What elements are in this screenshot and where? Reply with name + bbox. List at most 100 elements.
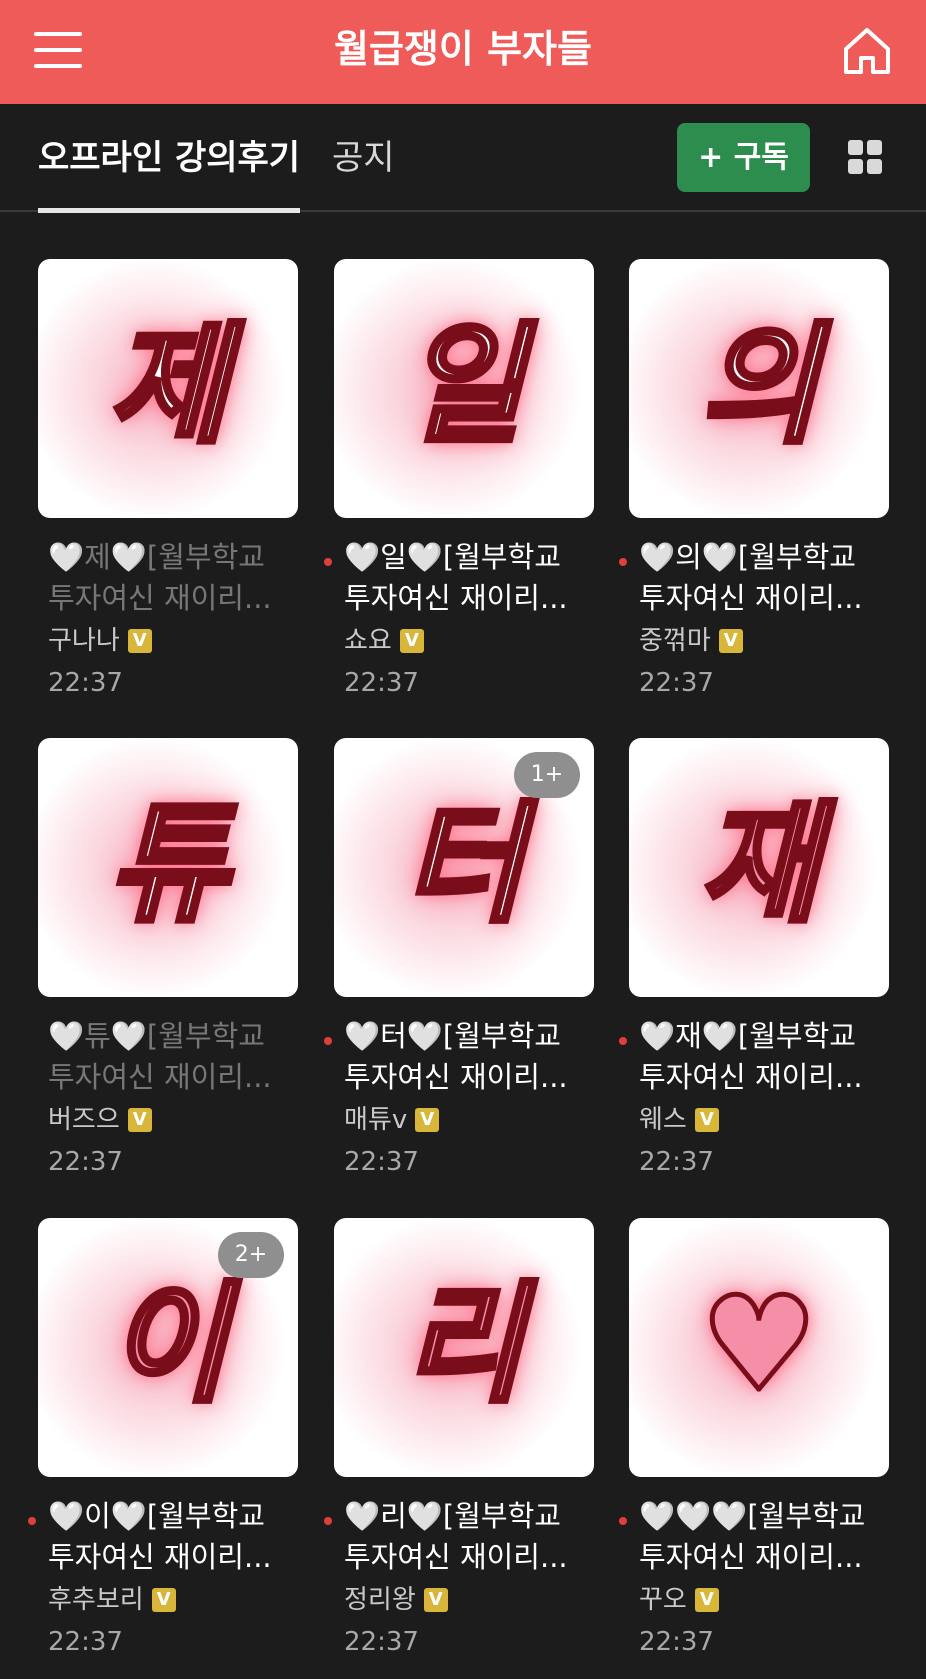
post-time: 22:37 [639,1147,714,1177]
tab-bar: 오프라인 강의후기 공지 + 구독 [0,104,926,213]
post-title-line2: 투자여신 재이리... [639,581,863,615]
author-name: 중꺾마 [639,626,711,656]
post-title: 🤍일🤍[월부학교 투자여신 재이리... [344,537,594,619]
unread-dot [619,558,627,566]
post-title: 🤍이🤍[월부학교 투자여신 재이리... [48,1496,298,1578]
unread-dot [619,1517,627,1525]
post-author: 쇼요 V [344,623,424,659]
post-title: 🤍리🤍[월부학교 투자여신 재이리... [344,1496,594,1578]
home-icon[interactable] [838,22,896,80]
post-thumbnail: 제 [38,259,298,518]
author-name: 매튜v [344,1105,408,1135]
post-thumbnail: ♥ [629,1218,889,1477]
post-author: 버즈으 V [48,1102,152,1138]
author-name: 웨스 [639,1105,687,1135]
post-title-line2: 투자여신 재이리... [344,1060,568,1094]
post-card[interactable]: 터 1+ 🤍터🤍[월부학교 투자여신 재이리... 매튜v V 22:37 [324,738,594,1178]
author-name: 정리왕 [344,1585,416,1615]
post-card[interactable]: 의 🤍의🤍[월부학교 투자여신 재이리... 중꺾마 V 22:37 [619,259,889,699]
author-name: 버즈으 [48,1105,120,1135]
verified-badge-icon: V [415,1108,440,1132]
post-title-line1: 🤍🤍🤍[월부학교 [639,1499,866,1533]
post-title: 🤍튜🤍[월부학교 투자여신 재이리... [48,1016,298,1098]
verified-badge-icon: V [127,1108,152,1132]
post-card[interactable]: 리 🤍리🤍[월부학교 투자여신 재이리... 정리왕 V 22:37 [324,1218,594,1658]
post-card[interactable]: ♥ 🤍🤍🤍[월부학교 투자여신 재이리... 꾸오 V 22:37 [619,1218,889,1658]
post-card[interactable]: 튜 🤍튜🤍[월부학교 투자여신 재이리... 버즈으 V 22:37 [38,738,298,1178]
unread-dot [324,1517,332,1525]
tab-notice[interactable]: 공지 [332,134,395,182]
post-title-line1: 🤍제🤍[월부학교 [48,540,265,574]
post-time: 22:37 [639,668,714,698]
comment-count-badge: 2+ [218,1232,284,1278]
post-time: 22:37 [344,668,419,698]
post-title-line1: 🤍재🤍[월부학교 [639,1019,856,1053]
post-time: 22:37 [48,1147,123,1177]
post-title-line1: 🤍리🤍[월부학교 [344,1499,561,1533]
post-thumbnail: 일 [334,259,594,518]
post-card[interactable]: 일 🤍일🤍[월부학교 투자여신 재이리... 쇼요 V 22:37 [324,259,594,699]
unread-dot [324,558,332,566]
post-title: 🤍의🤍[월부학교 투자여신 재이리... [639,537,889,619]
post-card[interactable]: 재 🤍재🤍[월부학교 투자여신 재이리... 웨스 V 22:37 [619,738,889,1178]
verified-badge-icon: V [399,629,424,653]
thumbnail-glyph: 의 [697,306,822,464]
verified-badge-icon: V [151,1588,176,1612]
subscribe-button[interactable]: + 구독 [677,123,810,192]
grid-view-icon[interactable] [848,140,882,174]
author-name: 쇼요 [344,626,392,656]
unread-dot [28,1517,36,1525]
post-thumbnail: 튜 [38,738,298,997]
thumbnail-glyph: 터 [402,785,527,943]
post-title-line2: 투자여신 재이리... [48,581,272,615]
post-title-line2: 투자여신 재이리... [48,1540,272,1574]
post-time: 22:37 [344,1627,419,1657]
author-name: 후추보리 [48,1585,144,1615]
author-name: 꾸오 [639,1585,687,1615]
verified-badge-icon: V [423,1588,448,1612]
post-author: 중꺾마 V [639,623,743,659]
post-time: 22:37 [639,1627,714,1657]
thumbnail-glyph: 이 [106,1265,231,1423]
post-title: 🤍재🤍[월부학교 투자여신 재이리... [639,1016,889,1098]
post-title-line2: 투자여신 재이리... [344,1540,568,1574]
thumbnail-glyph: 재 [697,785,822,943]
post-title-line1: 🤍이🤍[월부학교 [48,1499,265,1533]
page-title: 월급쟁이 부자들 [334,27,592,71]
unread-dot [324,1037,332,1045]
app-header: 월급쟁이 부자들 [0,0,926,104]
post-title-line1: 🤍의🤍[월부학교 [639,540,856,574]
post-title-line2: 투자여신 재이리... [48,1060,272,1094]
post-title-line2: 투자여신 재이리... [344,581,568,615]
post-title-line2: 투자여신 재이리... [639,1540,863,1574]
post-title-line1: 🤍터🤍[월부학교 [344,1019,561,1053]
post-time: 22:37 [48,1627,123,1657]
verified-badge-icon: V [694,1108,719,1132]
post-author: 웨스 V [639,1102,719,1138]
thumbnail-glyph: 튜 [106,785,231,943]
post-card[interactable]: 이 2+ 🤍이🤍[월부학교 투자여신 재이리... 후추보리 V 22:37 [28,1218,298,1658]
author-name: 구나나 [48,626,120,656]
post-author: 정리왕 V [344,1582,448,1618]
verified-badge-icon: V [694,1588,719,1612]
post-time: 22:37 [48,668,123,698]
post-card[interactable]: 제 🤍제🤍[월부학교 투자여신 재이리... 구나나 V 22:37 [38,259,298,699]
verified-badge-icon: V [127,629,152,653]
post-thumbnail: 리 [334,1218,594,1477]
post-author: 매튜v V [344,1102,440,1138]
thumbnail-glyph: 일 [402,306,527,464]
thumbnail-glyph: 제 [106,306,231,464]
post-thumbnail: 재 [629,738,889,997]
post-title-line1: 🤍튜🤍[월부학교 [48,1019,265,1053]
post-thumbnail: 의 [629,259,889,518]
verified-badge-icon: V [718,629,743,653]
post-title: 🤍🤍🤍[월부학교 투자여신 재이리... [639,1496,889,1578]
unread-dot [619,1037,627,1045]
post-title: 🤍터🤍[월부학교 투자여신 재이리... [344,1016,594,1098]
post-title-line2: 투자여신 재이리... [639,1060,863,1094]
tab-offline-review[interactable]: 오프라인 강의후기 [38,134,301,213]
thumbnail-glyph: 리 [402,1265,527,1423]
post-author: 꾸오 V [639,1582,719,1618]
post-thumbnail: 터 1+ [334,738,594,997]
post-thumbnail: 이 2+ [38,1218,298,1477]
